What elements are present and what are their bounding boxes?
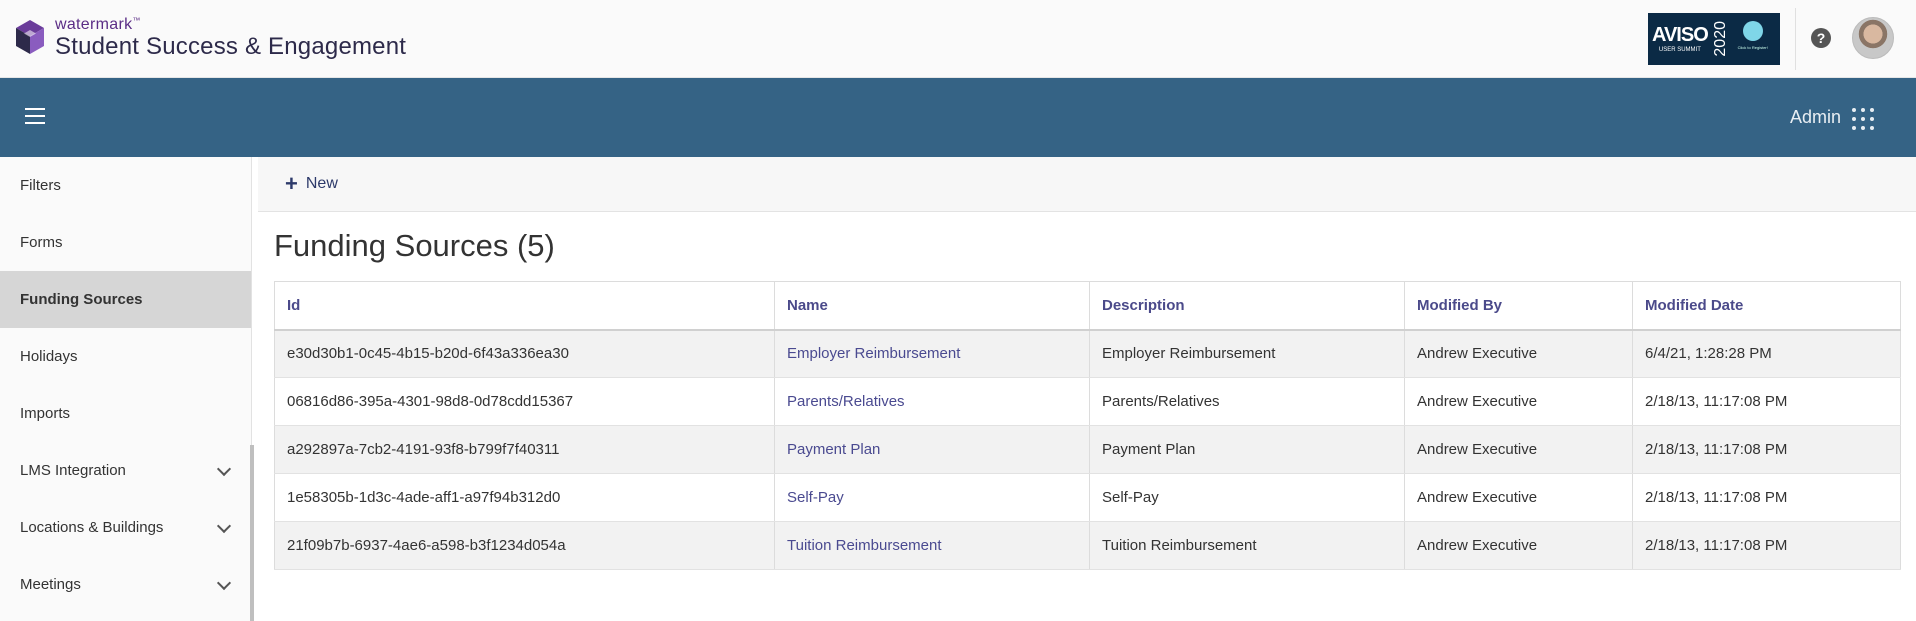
cell-description: Employer Reimbursement <box>1089 329 1405 378</box>
name-link[interactable]: Parents/Relatives <box>787 393 905 410</box>
banner-title-text: AVISO <box>1652 24 1709 46</box>
app-grid-icon[interactable] <box>1852 108 1874 130</box>
cell-modified-by: Andrew Executive <box>1404 329 1633 378</box>
table-row[interactable]: 1e58305b-1d3c-4ade-aff1-a97f94b312d0 Sel… <box>274 473 1901 522</box>
sidebar-item-label: Filters <box>20 177 61 194</box>
cell-name: Tuition Reimbursement <box>774 521 1090 570</box>
cell-name: Self-Pay <box>774 473 1090 522</box>
plus-icon: + <box>285 171 298 196</box>
avatar[interactable] <box>1852 17 1894 59</box>
cell-name: Parents/Relatives <box>774 377 1090 426</box>
sidebar-item-label: Locations & Buildings <box>20 519 164 536</box>
new-button-label: New <box>305 175 338 192</box>
navigation-bar <box>0 78 1916 157</box>
product-name: Student Success & Engagement <box>55 33 407 60</box>
sidebar-item-meetings[interactable]: Meetings <box>0 556 251 613</box>
brand-wordmark: watermark™ <box>55 16 141 34</box>
cell-modified-by: Andrew Executive <box>1404 377 1633 426</box>
banner-year: 2020 <box>1711 21 1729 57</box>
cell-id: 21f09b7b-6937-4ae6-a598-b3f1234d054a <box>274 521 775 570</box>
cell-modified-date: 6/4/21, 1:28:28 PM <box>1632 329 1901 378</box>
table-row[interactable]: 21f09b7b-6937-4ae6-a598-b3f1234d054a Tui… <box>274 521 1901 570</box>
sidebar-item-label: Forms <box>20 234 63 251</box>
cell-id: e30d30b1-0c45-4b15-b20d-6f43a336ea30 <box>274 329 775 378</box>
lightbulb-icon: Click to Register! <box>1736 19 1770 59</box>
cell-name: Payment Plan <box>774 425 1090 474</box>
banner-title: AVISO USER SUMMIT <box>1648 24 1709 54</box>
sidebar-item-funding-sources[interactable]: Funding Sources <box>0 271 251 328</box>
cell-id: a292897a-7cb2-4191-93f8-b799f7f40311 <box>274 425 775 474</box>
column-header-id[interactable]: Id <box>274 281 775 331</box>
sidebar-item-forms[interactable]: Forms <box>0 214 251 271</box>
column-header-name[interactable]: Name <box>774 281 1090 331</box>
name-link[interactable]: Self-Pay <box>787 489 844 506</box>
sidebar-item-label: LMS Integration <box>20 462 126 479</box>
table-row[interactable]: a292897a-7cb2-4191-93f8-b799f7f40311 Pay… <box>274 425 1901 474</box>
name-link[interactable]: Tuition Reimbursement <box>787 537 942 554</box>
column-header-modified-by[interactable]: Modified By <box>1404 281 1633 331</box>
column-header-modified-date[interactable]: Modified Date <box>1632 281 1901 331</box>
sidebar-item-holidays[interactable]: Holidays <box>0 328 251 385</box>
sidebar-item-locations-buildings[interactable]: Locations & Buildings <box>0 499 251 556</box>
cell-description: Payment Plan <box>1089 425 1405 474</box>
trademark: ™ <box>132 16 141 25</box>
cell-modified-date: 2/18/13, 11:17:08 PM <box>1632 425 1901 474</box>
cell-name: Employer Reimbursement <box>774 329 1090 378</box>
funding-sources-table: Id Name Description Modified By Modified… <box>274 281 1901 570</box>
header-divider <box>1795 8 1796 70</box>
question-circle-icon[interactable]: ? <box>1811 28 1831 48</box>
sidebar-item-label: Funding Sources <box>20 291 143 308</box>
cell-modified-date: 2/18/13, 11:17:08 PM <box>1632 377 1901 426</box>
cell-description: Tuition Reimbursement <box>1089 521 1405 570</box>
brand-wordmark-text: watermark <box>55 16 133 33</box>
column-header-description[interactable]: Description <box>1089 281 1405 331</box>
chevron-down-icon[interactable] <box>216 518 232 534</box>
banner-cta: Click to Register! <box>1737 45 1768 50</box>
table-row[interactable]: e30d30b1-0c45-4b15-b20d-6f43a336ea30 Emp… <box>274 329 1901 378</box>
sidebar-item-label: Holidays <box>20 348 78 365</box>
chevron-down-icon[interactable] <box>216 461 232 477</box>
page-title: Funding Sources (5) <box>274 228 555 263</box>
chevron-down-icon[interactable] <box>216 575 232 591</box>
watermark-logo-icon[interactable] <box>12 18 48 58</box>
table-row[interactable]: 06816d86-395a-4301-98d8-0d78cdd15367 Par… <box>274 377 1901 426</box>
cell-id: 1e58305b-1d3c-4ade-aff1-a97f94b312d0 <box>274 473 775 522</box>
sidebar-item-label: Imports <box>20 405 71 422</box>
name-link[interactable]: Payment Plan <box>787 441 880 458</box>
banner-subtitle: USER SUMMIT <box>1658 47 1701 53</box>
cell-modified-date: 2/18/13, 11:17:08 PM <box>1632 521 1901 570</box>
sidebar-item-label: Meetings <box>20 576 81 593</box>
sidebar-item-lms-integration[interactable]: LMS Integration <box>0 442 251 499</box>
sidebar-item-imports[interactable]: Imports <box>0 385 251 442</box>
cell-id: 06816d86-395a-4301-98d8-0d78cdd15367 <box>274 377 775 426</box>
name-link[interactable]: Employer Reimbursement <box>787 345 960 362</box>
cell-description: Parents/Relatives <box>1089 377 1405 426</box>
action-toolbar <box>258 157 1916 212</box>
table-header-row: Id Name Description Modified By Modified… <box>274 281 1901 331</box>
sidebar: Filters Forms Funding Sources Holidays I… <box>0 157 252 621</box>
cell-modified-by: Andrew Executive <box>1404 425 1633 474</box>
cell-modified-by: Andrew Executive <box>1404 521 1633 570</box>
aviso-summit-banner[interactable]: AVISO USER SUMMIT 2020 Click to Register… <box>1648 13 1780 65</box>
cell-modified-by: Andrew Executive <box>1404 473 1633 522</box>
new-button[interactable]: + New <box>285 171 338 196</box>
sidebar-scrollbar[interactable] <box>250 445 254 621</box>
admin-label[interactable]: Admin <box>1790 107 1841 128</box>
cell-description: Self-Pay <box>1089 473 1405 522</box>
cell-modified-date: 2/18/13, 11:17:08 PM <box>1632 473 1901 522</box>
sidebar-item-filters[interactable]: Filters <box>0 157 251 214</box>
hamburger-icon[interactable] <box>25 108 45 126</box>
